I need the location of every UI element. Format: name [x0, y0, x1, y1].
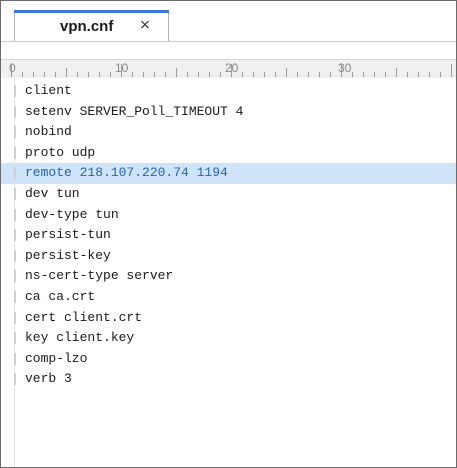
- line-marker: [14, 167, 16, 180]
- code-line[interactable]: dev tun: [1, 184, 456, 205]
- line-marker: [14, 208, 16, 221]
- line-marker: [14, 373, 16, 386]
- editor-window: vpn.cnf × 0 10 20 30 client setenv SERVER…: [0, 0, 457, 468]
- line-text: nobind: [25, 124, 72, 140]
- ruler-label-30: 30: [338, 61, 352, 75]
- code-line[interactable]: ns-cert-type server: [1, 266, 456, 287]
- line-text: persist-tun: [25, 227, 111, 243]
- line-text: persist-key: [25, 247, 111, 263]
- line-text: ns-cert-type server: [25, 268, 174, 284]
- code-line[interactable]: client: [1, 81, 456, 102]
- code-line[interactable]: verb 3: [1, 369, 456, 390]
- line-text: comp-lzo: [25, 350, 88, 366]
- line-text: dev-type tun: [25, 206, 119, 222]
- line-marker: [14, 249, 16, 262]
- code-line[interactable]: persist-tun: [1, 225, 456, 246]
- tab-vpn-cnf[interactable]: vpn.cnf ×: [14, 10, 169, 41]
- line-text: key client.key: [25, 330, 135, 346]
- line-marker: [14, 270, 16, 283]
- code-line[interactable]: setenv SERVER_Poll_TIMEOUT 4: [1, 102, 456, 123]
- line-text: proto udp: [25, 144, 96, 160]
- line-text: client: [25, 83, 72, 98]
- line-text: cert client.crt: [25, 309, 143, 325]
- line-text: setenv SERVER_Poll_TIMEOUT 4: [25, 103, 244, 119]
- text-editor[interactable]: client setenv SERVER_Poll_TIMEOUT 4 nobind…: [1, 78, 456, 467]
- line-marker: [14, 85, 16, 97]
- line-text: remote 218.107.220.74 1194: [25, 165, 228, 181]
- line-text: dev tun: [25, 185, 80, 201]
- code-line[interactable]: nobind: [1, 122, 456, 143]
- tab-label: vpn.cnf: [60, 18, 114, 35]
- tab-bar: vpn.cnf ×: [1, 1, 456, 42]
- code-line[interactable]: persist-key: [1, 246, 456, 267]
- code-line[interactable]: ca ca.crt: [1, 287, 456, 308]
- ruler-label-0: 0: [9, 61, 16, 75]
- ruler-label-20: 20: [225, 61, 239, 75]
- code-line[interactable]: proto udp: [1, 143, 456, 164]
- line-marker: [14, 332, 16, 345]
- code-line[interactable]: cert client.crt: [1, 308, 456, 329]
- ruler-label-10: 10: [115, 61, 129, 75]
- line-text: verb 3: [25, 371, 72, 387]
- code-line[interactable]: comp-lzo: [1, 349, 456, 370]
- line-marker: [14, 187, 16, 200]
- line-marker: [14, 126, 16, 139]
- code-line[interactable]: dev-type tun: [1, 205, 456, 226]
- line-text: ca ca.crt: [25, 288, 96, 304]
- line-marker: [14, 105, 16, 118]
- current-line[interactable]: remote 218.107.220.74 1194: [1, 163, 456, 184]
- editor-lines: client setenv SERVER_Poll_TIMEOUT 4 nobind…: [1, 81, 456, 390]
- code-line[interactable]: key client.key: [1, 328, 456, 349]
- line-marker: [14, 229, 16, 242]
- line-marker: [14, 352, 16, 365]
- column-ruler: 0 10 20 30: [1, 59, 456, 79]
- close-icon[interactable]: ×: [137, 17, 153, 33]
- line-marker: [14, 311, 16, 324]
- line-marker: [14, 146, 16, 159]
- active-tab-indicator: [14, 10, 169, 13]
- line-marker: [14, 290, 16, 303]
